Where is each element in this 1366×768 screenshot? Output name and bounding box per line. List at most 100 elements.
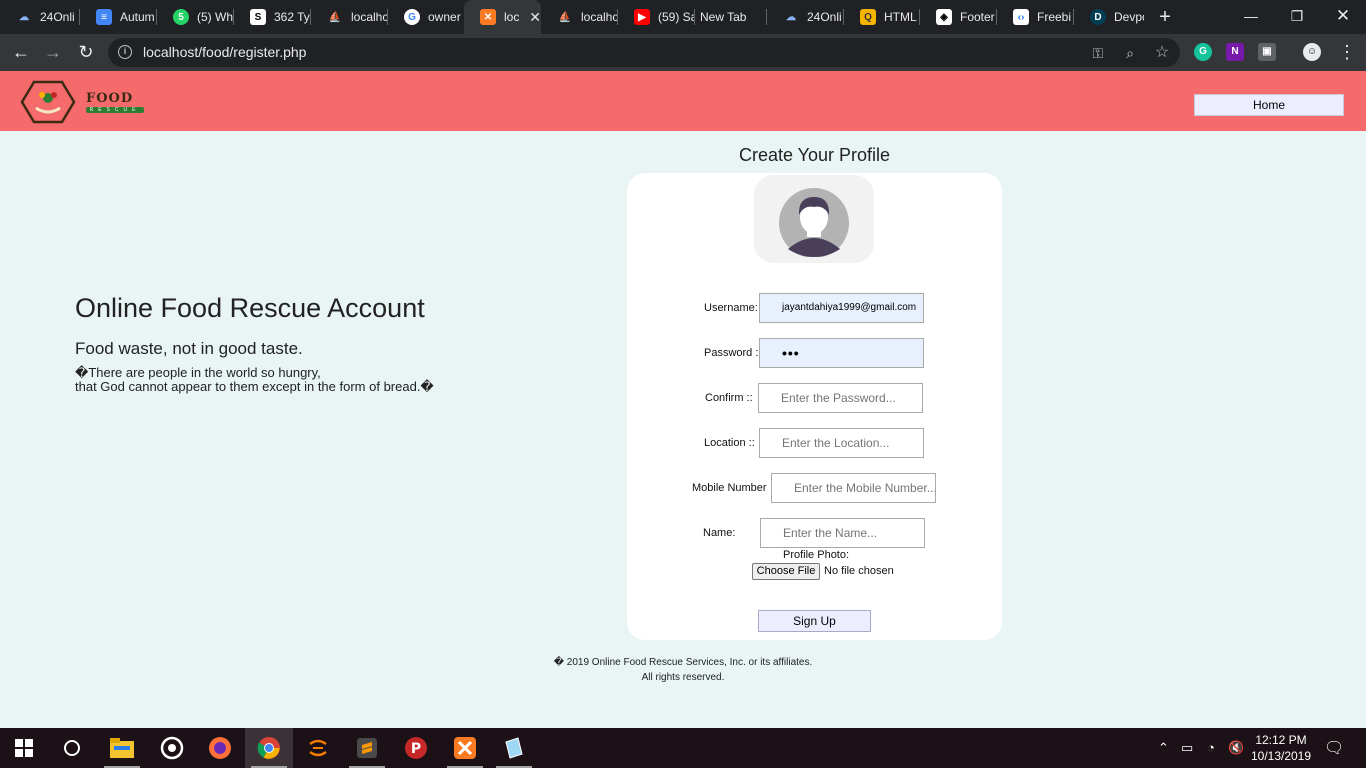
username-input[interactable]: jayantdahiya1999@gmail.com [759,293,924,323]
svg-text:P: P [411,741,421,757]
google-icon: G [404,9,420,25]
sign-up-button[interactable]: Sign Up [758,610,871,632]
tray-chevron-icon[interactable]: ⌃ [1158,740,1169,756]
home-button[interactable]: Home [1194,94,1344,116]
file-explorer-icon[interactable] [98,728,146,768]
notepad-icon[interactable] [490,728,538,768]
freebie-icon: ‹› [1013,9,1029,25]
address-bar[interactable]: i localhost/food/register.php ⚿ ⌕ ☆ [108,38,1180,67]
copyright-text: � 2019 Online Food Rescue Services, Inc.… [553,657,813,668]
browser-tab[interactable]: ≡ Autum [80,0,157,34]
close-window-icon[interactable]: ✕ [1320,0,1366,34]
browser-tab[interactable]: ☁ 24Onli [0,0,80,34]
browser-tab[interactable]: Q HTML [844,0,920,34]
footer: � 2019 Online Food Rescue Services, Inc.… [500,655,866,685]
username-label: Username: [704,302,758,314]
key-icon[interactable]: ⚿ [1088,43,1108,63]
bookmark-star-icon[interactable]: ☆ [1152,43,1172,63]
user-avatar-icon [779,188,849,257]
site-info-icon[interactable]: i [118,45,132,59]
wifi-icon[interactable]: ◔ [1207,740,1215,755]
codepen-icon: ◈ [936,9,952,25]
volume-muted-icon[interactable]: 🔇 [1228,740,1244,756]
confirm-password-input[interactable]: Enter the Password... [758,383,923,413]
grammarly-icon[interactable]: G [1194,43,1212,61]
name-label: Name: [703,527,736,539]
xampp-icon: ✕ [480,9,496,25]
browser-tab[interactable]: ⛵ localhc [311,0,388,34]
quote-line: that God cannot appear to them except in… [75,379,434,394]
url-text: localhost/food/register.php [143,44,307,60]
back-arrow-icon[interactable]: ← [8,40,34,66]
browser-tab[interactable]: G owner [388,0,464,34]
reload-icon[interactable]: ↻ [73,40,99,66]
php-storm-icon[interactable]: P [392,728,440,768]
battery-icon[interactable]: ▭ [1181,740,1193,756]
browser-tab[interactable]: D Devpo [1074,0,1144,34]
food-rescue-logo-icon [20,80,76,124]
github-desktop-icon[interactable] [148,728,196,768]
hero-title: Online Food Rescue Account [75,293,425,323]
browser-tab[interactable]: New Tab [684,0,767,34]
browser-toolbar: ← → ↻ i localhost/food/register.php ⚿ ⌕ … [0,34,1366,71]
mobile-number-label: Mobile Number [692,482,767,494]
clock[interactable]: 12:12 PM 10/13/2019 [1248,732,1314,764]
logo-text: FOOD [86,91,134,106]
hero-quote: �There are people in the world so hungry… [75,366,434,394]
eclipse-icon[interactable] [294,728,342,768]
firefox-icon[interactable] [196,728,244,768]
browser-tab[interactable]: ⛵ localhc [541,0,618,34]
date-text: 10/13/2019 [1250,749,1312,763]
youtube-icon: ▶ [634,9,650,25]
site-header: FOOD RESCUE Home [0,71,1366,131]
password-input[interactable]: ••• [759,338,924,368]
register-card: Username: jayantdahiya1999@gmail.com Pas… [627,173,1002,640]
sublime-text-icon[interactable] [343,728,391,768]
browser-tab[interactable]: 5 (5) Wh [157,0,234,34]
profile-avatar-icon[interactable]: ☺ [1303,43,1321,61]
form-title: Create Your Profile [738,145,891,165]
browser-tab-strip: ☁ 24Onli ≡ Autum 5 (5) Wh S 362 Ty ⛵ loc… [0,0,1366,34]
browser-tab[interactable]: ☁ 24Onli [767,0,844,34]
devpost-icon: D [1090,9,1106,25]
password-label: Password : [704,347,759,359]
profile-photo-label: Profile Photo: [783,549,850,561]
zoom-icon[interactable]: ⌕ [1120,43,1140,63]
quote-line: �There are people in the world so hungry… [75,365,321,380]
location-label: Location :: [704,437,755,449]
avatar [754,175,874,263]
pma-icon: ⛵ [328,11,342,23]
pma-icon: ⛵ [558,11,572,23]
close-tab-icon[interactable]: ✕ [529,9,541,26]
hero-subtitle: Food waste, not in good taste. [75,339,303,358]
choose-file-button[interactable]: Choose File [752,563,820,580]
restore-icon[interactable]: ❐ [1274,0,1320,34]
chrome-icon[interactable] [245,728,293,768]
rights-text: All rights reserved. [641,672,725,683]
cortana-search-icon[interactable] [48,728,96,768]
windows-start-icon[interactable] [0,728,48,768]
location-input[interactable]: Enter the Location... [759,428,924,458]
browser-tab[interactable]: ‹› Freebi [997,0,1074,34]
browser-tab-active[interactable]: ✕ loc ✕ [464,0,541,34]
minimize-icon[interactable]: — [1228,0,1274,34]
mobile-number-input[interactable]: Enter the Mobile Number... [771,473,936,503]
forward-arrow-icon[interactable]: → [40,40,66,66]
no-file-text: No file chosen [824,565,894,577]
s-icon: S [250,9,266,25]
onenote-icon[interactable]: N [1226,43,1244,61]
browser-tab[interactable]: ◈ Footer [920,0,997,34]
confirm-label: Confirm :: [705,392,753,404]
action-center-icon[interactable]: 🗨 [1324,738,1344,758]
name-input[interactable]: Enter the Name... [760,518,925,548]
new-tab-button[interactable]: + [1154,4,1176,30]
extension-icon[interactable]: ▣ [1258,43,1276,61]
html-icon: Q [860,9,876,25]
web-page: FOOD RESCUE Home Online Food Rescue Acco… [0,71,1366,728]
time-text: 12:12 PM [1255,733,1307,747]
xampp-icon[interactable] [441,728,489,768]
clouds-icon: ☁ [786,11,796,23]
taskbar: P ⌃ ▭ ◔ 🔇 12:12 PM 10/13/2019 🗨 [0,728,1366,768]
browser-tab[interactable]: S 362 Ty [234,0,311,34]
menu-kebab-icon[interactable]: ⋮ [1334,40,1360,66]
